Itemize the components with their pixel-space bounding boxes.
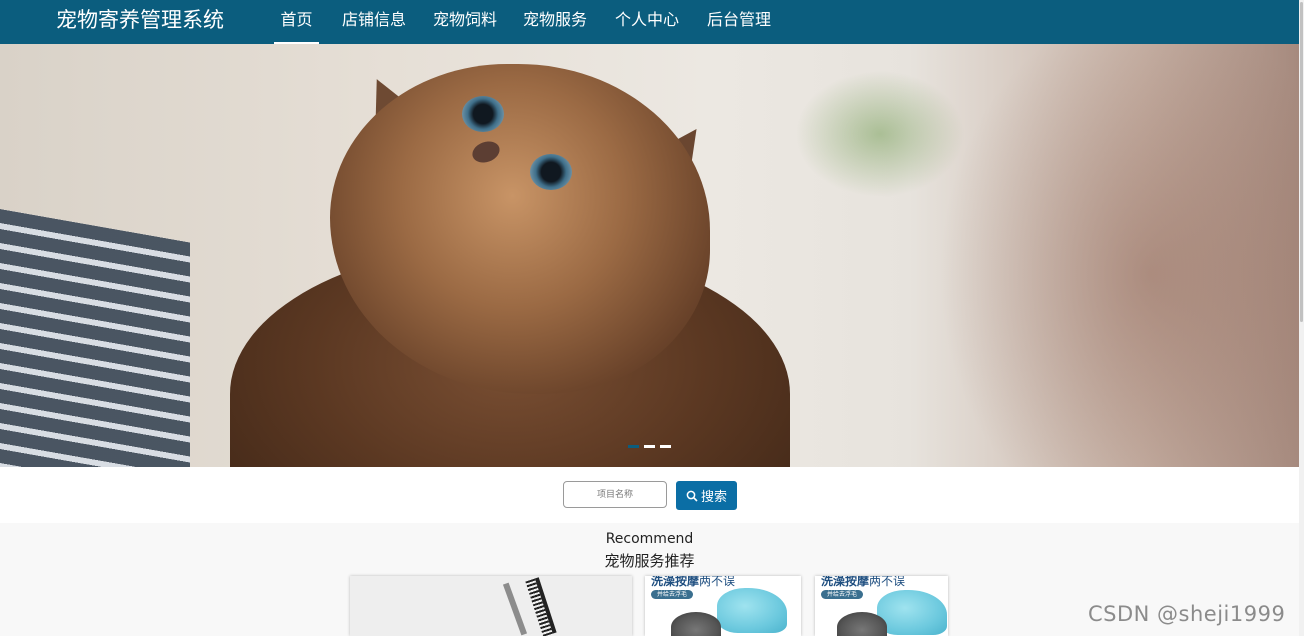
card-title-main: 洗澡按摩 bbox=[651, 576, 700, 588]
carousel-indicators bbox=[628, 445, 671, 448]
card-title: 洗澡按摩两不误 bbox=[821, 576, 905, 589]
recommend-title-cn: 宠物服务推荐 bbox=[604, 552, 695, 570]
grooming-glove-image bbox=[877, 590, 947, 635]
carousel-dot-1[interactable] bbox=[628, 445, 639, 448]
service-card-1[interactable] bbox=[350, 576, 632, 636]
carousel-dot-3[interactable] bbox=[660, 445, 671, 448]
nav-item-shop-info[interactable]: 店铺信息 bbox=[342, 0, 406, 44]
comb-image bbox=[525, 577, 557, 636]
service-card-3[interactable]: 洗澡按摩两不误 并给去浮毛 bbox=[815, 576, 948, 636]
grooming-glove-image bbox=[717, 588, 787, 633]
search-icon bbox=[686, 490, 698, 502]
card-title-suffix: 两不误 bbox=[869, 576, 906, 588]
search-button[interactable]: 搜索 bbox=[676, 481, 737, 510]
nav-item-pet-service[interactable]: 宠物服务 bbox=[523, 0, 587, 44]
service-card-2[interactable]: 洗澡按摩两不误 并给去浮毛 bbox=[645, 576, 801, 636]
piano-keys-image bbox=[0, 205, 190, 467]
scrollbar-thumb[interactable] bbox=[1300, 2, 1303, 322]
nav-item-pet-food[interactable]: 宠物饲料 bbox=[433, 0, 497, 44]
card-title-main: 洗澡按摩 bbox=[821, 576, 870, 588]
csdn-watermark: CSDN @sheji1999 bbox=[1088, 602, 1286, 626]
pet-image bbox=[837, 612, 887, 636]
banner-carousel[interactable] bbox=[0, 44, 1299, 467]
recommend-title-en: Recommend bbox=[605, 531, 694, 547]
carousel-dot-2[interactable] bbox=[644, 445, 655, 448]
nav-item-admin[interactable]: 后台管理 bbox=[707, 0, 771, 44]
kitten-eye-right bbox=[530, 154, 572, 190]
pet-image bbox=[671, 612, 721, 636]
nav-item-user-center[interactable]: 个人中心 bbox=[615, 0, 679, 44]
card-title: 洗澡按摩两不误 bbox=[651, 576, 735, 589]
site-brand[interactable]: 宠物寄养管理系统 bbox=[56, 7, 224, 33]
card-tag: 并给去浮毛 bbox=[651, 590, 694, 599]
scissors-image bbox=[502, 582, 528, 636]
search-input[interactable] bbox=[563, 481, 667, 508]
nav-item-home[interactable]: 首页 bbox=[274, 0, 319, 44]
top-navbar: 宠物寄养管理系统 首页 店铺信息 宠物饲料 宠物服务 个人中心 后台管理 bbox=[0, 0, 1299, 44]
kitten-eye-left bbox=[462, 96, 504, 132]
search-button-label: 搜索 bbox=[700, 490, 727, 505]
card-tag: 并给去浮毛 bbox=[821, 590, 864, 599]
card-title-suffix: 两不误 bbox=[699, 576, 736, 588]
